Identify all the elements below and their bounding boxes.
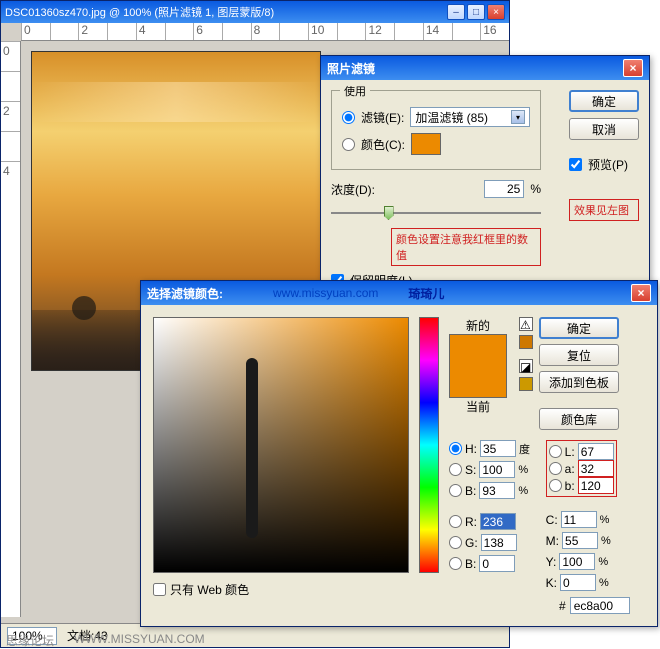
ruler-horizontal: 0246810121416 — [21, 23, 509, 41]
a-label: a: — [565, 462, 575, 476]
y-input[interactable] — [559, 553, 595, 570]
lab-b-input[interactable] — [578, 477, 614, 494]
r-label: R: — [465, 515, 477, 529]
b-radio[interactable] — [549, 479, 562, 492]
lab-highlight-box: L: a: b: — [546, 440, 617, 497]
reset-button[interactable]: 复位 — [539, 344, 619, 366]
g-radio[interactable] — [449, 536, 462, 549]
s-radio[interactable] — [449, 463, 462, 476]
color-radio-label: 颜色(C): — [361, 136, 405, 153]
density-input[interactable] — [484, 180, 524, 198]
close-button[interactable]: × — [487, 4, 505, 20]
r-input[interactable] — [480, 513, 516, 530]
l-label: L: — [565, 445, 575, 459]
websafe-swatch[interactable] — [519, 377, 533, 391]
close-icon[interactable]: × — [623, 59, 643, 77]
bv-label: B: — [465, 484, 476, 498]
h-label: H: — [465, 442, 477, 456]
l-input[interactable] — [578, 443, 614, 460]
k-input[interactable] — [560, 574, 596, 591]
color-picker-dialog: 选择滤镜颜色: www.missyuan.com 琦琦儿 × 只有 Web 颜色… — [140, 280, 658, 627]
filter-select-value: 加温滤镜 (85) — [415, 109, 488, 126]
filter-radio[interactable] — [342, 111, 355, 124]
preview-label: 预览(P) — [588, 156, 628, 173]
watermark-url: www.missyuan.com — [273, 286, 378, 300]
filter-radio-label: 滤镜(E): — [361, 109, 404, 126]
hue-slider[interactable] — [419, 317, 439, 573]
c-label: C: — [546, 513, 558, 527]
current-color-swatch — [450, 366, 506, 397]
b2-radio[interactable] — [449, 557, 462, 570]
photo-filter-title: 照片滤镜 — [327, 60, 375, 77]
density-slider[interactable] — [331, 204, 541, 222]
use-legend: 使用 — [340, 83, 370, 99]
s-input[interactable] — [479, 461, 515, 478]
chevron-down-icon: ▾ — [511, 110, 525, 124]
hex-input[interactable] — [570, 597, 630, 614]
r-radio[interactable] — [449, 515, 462, 528]
maximize-button[interactable]: □ — [467, 4, 485, 20]
filter-select[interactable]: 加温滤镜 (85) ▾ — [410, 107, 530, 127]
saturation-value-field[interactable] — [153, 317, 409, 573]
lab-b-label: b: — [565, 479, 575, 493]
annotation-values: 颜色设置注意我红框里的数值 — [391, 228, 541, 266]
watermark-credit: 琦琦儿 — [408, 285, 444, 302]
gamut-warning-icon[interactable]: ⚠ — [519, 317, 533, 331]
g-label: G: — [465, 536, 478, 550]
current-color-label: 当前 — [466, 398, 490, 415]
hex-label: # — [559, 599, 566, 613]
ruler-vertical: 024 — [1, 41, 21, 617]
k-label: K: — [546, 576, 557, 590]
new-color-label: 新的 — [466, 317, 490, 334]
photo-filter-titlebar[interactable]: 照片滤镜 × — [321, 56, 649, 80]
annotation-left-result: 效果见左图 — [569, 199, 639, 221]
new-color-swatch — [450, 335, 506, 366]
m-label: M: — [546, 534, 559, 548]
document-titlebar[interactable]: DSC01360sz470.jpg @ 100% (照片滤镜 1, 图层蒙版/8… — [1, 1, 509, 23]
page-footer: 思缘论坛 WWW.MISSYUAN.COM — [0, 632, 211, 648]
density-unit: % — [530, 182, 541, 196]
color-libraries-button[interactable]: 颜色库 — [539, 408, 619, 430]
web-only-checkbox[interactable] — [153, 583, 166, 596]
color-swatch[interactable] — [411, 133, 441, 155]
minimize-button[interactable]: – — [447, 4, 465, 20]
m-input[interactable] — [562, 532, 598, 549]
h-radio[interactable] — [449, 442, 462, 455]
h-input[interactable] — [480, 440, 516, 457]
bv-radio[interactable] — [449, 484, 462, 497]
density-label: 浓度(D): — [331, 181, 375, 198]
a-radio[interactable] — [549, 462, 562, 475]
b2-label: B: — [465, 557, 476, 571]
l-radio[interactable] — [549, 445, 562, 458]
document-title: DSC01360sz470.jpg @ 100% (照片滤镜 1, 图层蒙版/8… — [5, 4, 447, 20]
cancel-button[interactable]: 取消 — [569, 118, 639, 140]
s-label: S: — [465, 463, 476, 477]
color-radio[interactable] — [342, 138, 355, 151]
a-input[interactable] — [578, 460, 614, 477]
color-preview[interactable] — [449, 334, 507, 398]
gamut-swatch[interactable] — [519, 335, 533, 349]
b2-input[interactable] — [479, 555, 515, 572]
color-picker-title: 选择滤镜颜色: — [147, 285, 223, 302]
sv-marker — [246, 358, 258, 538]
color-picker-titlebar[interactable]: 选择滤镜颜色: www.missyuan.com 琦琦儿 × — [141, 281, 657, 305]
y-label: Y: — [546, 555, 557, 569]
add-swatch-button[interactable]: 添加到色板 — [539, 371, 619, 393]
web-only-label: 只有 Web 颜色 — [170, 581, 249, 598]
g-input[interactable] — [481, 534, 517, 551]
ok-button[interactable]: 确定 — [539, 317, 619, 339]
websafe-warning-icon[interactable]: ◪ — [519, 359, 533, 373]
close-icon[interactable]: × — [631, 284, 651, 302]
photo-filter-dialog: 照片滤镜 × 确定 取消 预览(P) 效果见左图 使用 滤镜(E): 加温滤镜 … — [320, 55, 650, 306]
bv-input[interactable] — [479, 482, 515, 499]
use-fieldset: 使用 滤镜(E): 加温滤镜 (85) ▾ 颜色(C): — [331, 90, 541, 170]
c-input[interactable] — [561, 511, 597, 528]
preview-checkbox[interactable] — [569, 158, 582, 171]
ok-button[interactable]: 确定 — [569, 90, 639, 112]
